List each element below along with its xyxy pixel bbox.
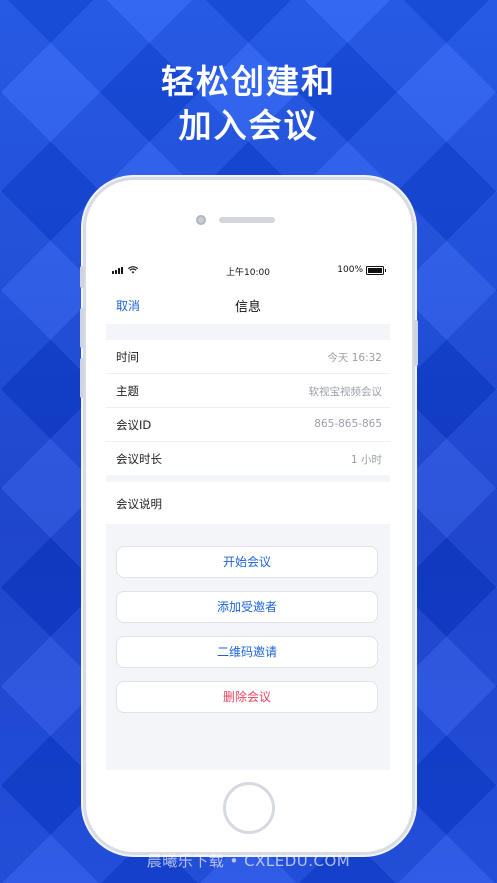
front-camera-icon bbox=[196, 215, 206, 225]
app-screen: 上午10:00 100% 取消 信息 时间 今天 16:32 主题 软视宝视频会… bbox=[106, 258, 390, 770]
detail-label: 会议时长 bbox=[116, 452, 162, 466]
action-buttons: 开始会议 添加受邀者 二维码邀请 删除会议 bbox=[116, 546, 378, 726]
delete-meeting-button[interactable]: 删除会议 bbox=[116, 681, 378, 713]
page-title: 信息 bbox=[234, 300, 261, 315]
phone-mockup: 上午10:00 100% 取消 信息 时间 今天 16:32 主题 软视宝视频会… bbox=[80, 180, 418, 852]
detail-value: 865-865-865 bbox=[314, 418, 382, 430]
phone-power-button bbox=[414, 320, 418, 366]
description-label: 会议说明 bbox=[116, 497, 162, 511]
detail-value: 今天 16:32 bbox=[327, 352, 382, 364]
detail-row-duration: 会议时长 1 小时 bbox=[106, 442, 390, 475]
watermark-text: 晨曦乐下载 • CXLEDU.COM bbox=[146, 852, 351, 870]
promo-headline-line1: 轻松创建和 bbox=[161, 62, 336, 101]
phone-mute-switch bbox=[80, 266, 84, 288]
detail-label: 时间 bbox=[116, 350, 139, 364]
qr-invite-button[interactable]: 二维码邀请 bbox=[116, 636, 378, 668]
home-button[interactable] bbox=[223, 782, 275, 834]
detail-label: 主题 bbox=[116, 384, 139, 398]
earpiece-speaker bbox=[219, 217, 275, 223]
nav-bar: 取消 信息 bbox=[106, 284, 390, 324]
phone-volume-up bbox=[80, 308, 84, 348]
start-meeting-button[interactable]: 开始会议 bbox=[116, 546, 378, 578]
meeting-details: 时间 今天 16:32 主题 软视宝视频会议 会议ID 865-865-865 … bbox=[106, 340, 390, 475]
detail-value: 软视宝视频会议 bbox=[308, 386, 383, 398]
detail-label: 会议ID bbox=[116, 418, 152, 432]
detail-row-time: 时间 今天 16:32 bbox=[106, 340, 390, 374]
phone-volume-down bbox=[80, 358, 84, 398]
meeting-description-field[interactable]: 会议说明 bbox=[106, 482, 390, 524]
promo-headline-line2: 加入会议 bbox=[178, 106, 319, 145]
battery-icon bbox=[366, 265, 386, 275]
status-bar: 上午10:00 100% bbox=[106, 258, 390, 284]
detail-value: 1 小时 bbox=[350, 454, 382, 466]
detail-row-meeting-id: 会议ID 865-865-865 bbox=[106, 408, 390, 442]
detail-row-topic: 主题 软视宝视频会议 bbox=[106, 374, 390, 408]
add-invitee-button[interactable]: 添加受邀者 bbox=[116, 591, 378, 623]
battery-percent: 100% bbox=[337, 265, 363, 275]
